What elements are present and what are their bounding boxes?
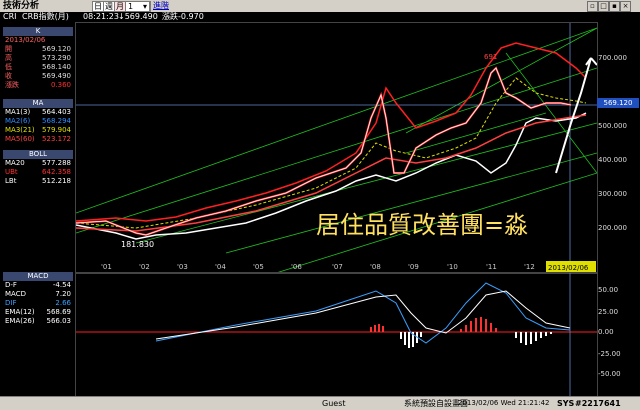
y-tick: 400.000 [598, 156, 627, 164]
current-price-tag: 569.120 [597, 98, 639, 108]
macd-dif-row: DIF 2.66 [5, 299, 71, 307]
macd-value-row: MACD 7.20 [5, 290, 71, 298]
status-sys: SYS [557, 399, 575, 408]
ma2-row: MA2(6) 568.294 [5, 117, 71, 125]
price-y-axis: 700.000 569.120 500.000 400.000 300.000 … [597, 22, 640, 272]
macd-panel: MACD D-F -4.54 MACD 7.20 DIF 2.66 EMA(12) 56… [3, 272, 73, 326]
quote-change-row: 漲跌 0.360 [5, 81, 71, 89]
boll-lower-row: LBt 512.218 [5, 177, 71, 185]
macd-y-axis: 50.00 25.00 0.00 -25.00 -50.00 [597, 272, 640, 395]
ma1-row: MA1(3) 564.403 [5, 108, 71, 116]
macd-chart-svg [76, 273, 597, 396]
x-tick: '07 [332, 263, 343, 271]
symbol-name: CRB指數(月) [22, 12, 69, 21]
boll-upper-row: UBt 642.358 [5, 168, 71, 176]
y-tick: 200.000 [598, 224, 627, 232]
macd-df-row: D-F -4.54 [5, 281, 71, 289]
pin-icon[interactable]: ▪ [609, 1, 620, 12]
ma3-row: MA3(21) 579.904 [5, 126, 71, 134]
quote-date: 2013/02/06 [5, 36, 46, 44]
y-tick: 500.000 [598, 122, 627, 130]
boll-panel: BOLL MA20 577.288 UBt 642.358 LBt 512.218 [3, 150, 73, 186]
candlesticks [75, 66, 572, 237]
restore-icon[interactable]: ▫ [587, 1, 598, 12]
y-tick: 300.000 [598, 190, 627, 198]
y-tick: 700.000 [598, 54, 627, 62]
quote-panel-header: K [3, 27, 73, 36]
macd-ema26-row: EMA(26) 566.03 [5, 317, 71, 325]
macd-ema12-row: EMA(12) 568.69 [5, 308, 71, 316]
price-change: 漲跌-0.970 [162, 12, 204, 21]
macd-neg-bars [400, 332, 552, 348]
quote-time: 08:21:23 [83, 12, 119, 21]
quote-close-row: 收 569.490 [5, 72, 71, 80]
quote-high-row: 高 573.290 [5, 54, 71, 62]
status-user: Guest [322, 399, 346, 408]
x-tick: '11 [486, 263, 497, 271]
watermark: 居住品質改善團=淼 [316, 211, 528, 239]
x-axis: '01 '02 '03 '04 '05 '06 '07 '08 '09 '10 … [101, 263, 535, 271]
ma-panel-header: MA [3, 99, 73, 108]
close-icon[interactable]: × [620, 1, 631, 12]
x-tick: '05 [253, 263, 264, 271]
status-datetime: 2013/02/06 Wed 21:21:42 [458, 399, 550, 407]
x-tick: '01 [101, 263, 112, 271]
x-tick: '12 [524, 263, 535, 271]
y-tick: -50.00 [598, 370, 621, 378]
quote-open-row: 開 569.120 [5, 45, 71, 53]
boll-panel-header: BOLL [3, 150, 73, 159]
quote-panel: K 2013/02/06 開 569.120 高 573.290 低 568.140 … [3, 27, 73, 90]
x-tick: '02 [139, 263, 150, 271]
y-tick: 25.00 [598, 308, 619, 316]
last-price: ↓569.490 [118, 12, 158, 21]
maximize-icon[interactable]: □ [598, 1, 609, 12]
x-tick: '03 [177, 263, 188, 271]
y-tick: -25.00 [598, 350, 621, 358]
macd-panel-header: MACD [3, 272, 73, 281]
y-tick: 50.00 [598, 286, 619, 294]
x-tick: '08 [370, 263, 381, 271]
high-label: 691 [484, 53, 497, 61]
ma3-line [75, 77, 587, 229]
x-tick: '06 [291, 263, 302, 271]
status-bar: Guest 系統預設自設畫面 2013/02/06 Wed 21:21:42 S… [0, 396, 640, 410]
projection-arrow [555, 57, 598, 174]
app-title: 技術分析 [3, 1, 40, 11]
price-chart-svg: 居住品質改善團=淼 181.830 691 '01 '02 '03 '04 '0… [75, 23, 598, 274]
y-tick: 0.00 [598, 328, 614, 336]
post-id: #2217641 [575, 399, 621, 408]
price-chart[interactable]: 居住品質改善團=淼 181.830 691 '01 '02 '03 '04 '0… [75, 22, 598, 274]
quote-info-bar: CRI CRB指數(月) 08:21:23 ↓569.490 漲跌-0.970 [0, 12, 640, 22]
x-tick: '04 [215, 263, 226, 271]
macd-chart[interactable] [75, 272, 598, 397]
x-tick: '10 [447, 263, 458, 271]
date-tag: 2013/02/06 [548, 264, 589, 272]
advanced-link[interactable]: 進階 [153, 0, 169, 12]
symbol-code: CRI [3, 12, 17, 21]
x-tick: '09 [408, 263, 419, 271]
boll-ma-row: MA20 577.288 [5, 159, 71, 167]
quote-low-row: 低 568.140 [5, 63, 71, 71]
interval-select-value: 1 [128, 2, 134, 11]
ma-panel: MA MA1(3) 564.403 MA2(6) 568.294 MA3(21) 57… [3, 99, 73, 144]
ma5-row: MA5(60) 523.172 [5, 135, 71, 143]
low-label: 181.830 [121, 240, 154, 249]
chevron-down-icon[interactable]: ▾ [141, 1, 150, 12]
